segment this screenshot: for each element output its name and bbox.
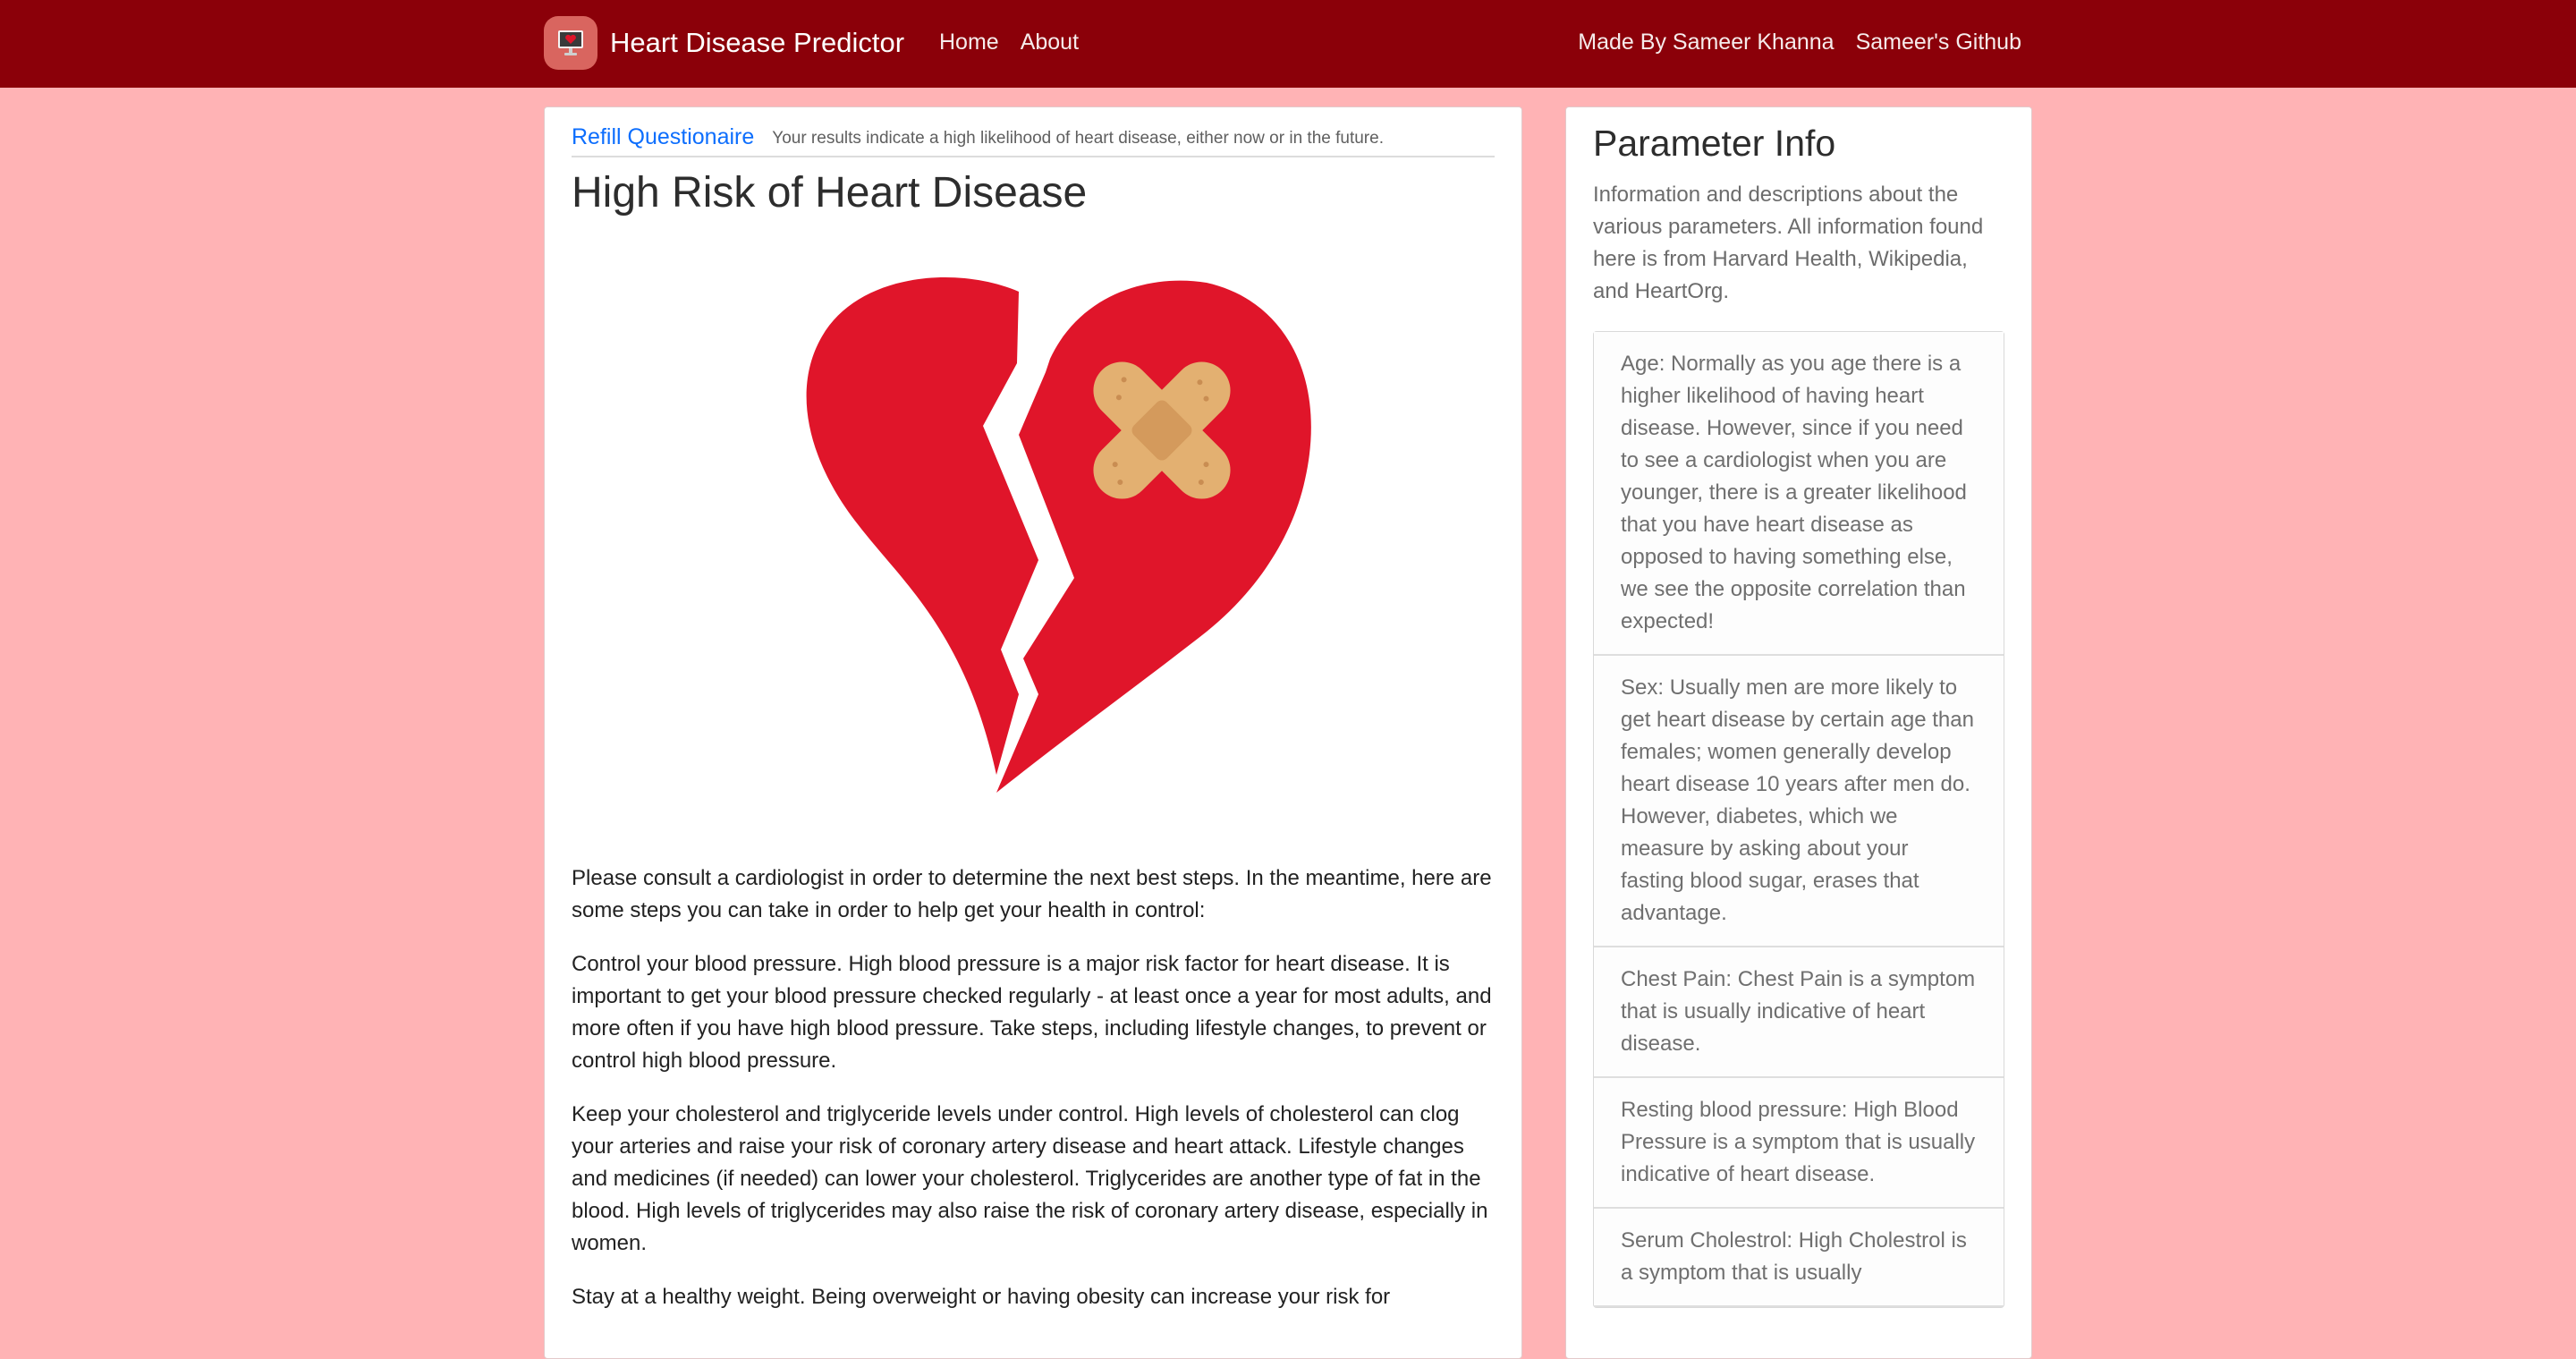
nav-github-link[interactable]: Sameer's Github	[1856, 27, 2021, 57]
parameter-info-description: Information and descriptions about the v…	[1593, 183, 1984, 303]
broken-heart-bandage-icon	[806, 277, 1311, 794]
brand-title: Heart Disease Predictor	[610, 27, 905, 58]
result-advice: Please consult a cardiologist in order t…	[572, 862, 1495, 1313]
top-navbar: Heart Disease Predictor Home About Made …	[0, 0, 2576, 88]
brand-link[interactable]: Heart Disease Predictor	[544, 15, 904, 71]
nav-author-link[interactable]: Made By Sameer Khanna	[1578, 27, 1834, 57]
heart-monitor-icon	[544, 16, 597, 70]
advice-paragraph: Keep your cholesterol and triglyceride l…	[572, 1102, 1488, 1255]
advice-paragraph: Please consult a cardiologist in order t…	[572, 866, 1492, 922]
parameter-info-title: Parameter Info	[1593, 123, 1836, 164]
advice-paragraph: Control your blood pressure. High blood …	[572, 952, 1492, 1073]
advice-paragraph: Stay at a healthy weight. Being overweig…	[572, 1285, 1391, 1309]
nav-links-left: Home About	[939, 27, 1100, 57]
nav-about-link[interactable]: About	[1021, 27, 1079, 57]
parameter-item-resting-blood-pressure: Resting blood pressure: High Blood Press…	[1594, 1078, 2004, 1209]
result-card: Refill Questionaire Your results indicat…	[544, 106, 1522, 1359]
result-title: High Risk of Heart Disease	[572, 169, 1088, 217]
parameter-item-age: Age: Normally as you age there is a high…	[1594, 332, 2004, 656]
parameter-info-card: Parameter Info Information and descripti…	[1565, 106, 2032, 1359]
parameter-item-chest-pain: Chest Pain: Chest Pain is a symptom that…	[1594, 947, 2004, 1078]
parameter-list: Age: Normally as you age there is a high…	[1593, 331, 2004, 1308]
nav-home-link[interactable]: Home	[939, 27, 999, 57]
parameter-item-sex: Sex: Usually men are more likely to get …	[1594, 656, 2004, 947]
nav-links-right: Made By Sameer Khanna Sameer's Github	[1556, 27, 2021, 57]
result-image	[572, 220, 1496, 846]
result-card-header: Refill Questionaire Your results indicat…	[572, 107, 1495, 157]
refill-questionnaire-link[interactable]: Refill Questionaire	[572, 124, 754, 150]
result-header-note: Your results indicate a high likelihood …	[772, 129, 1384, 148]
parameter-item-serum-cholesterol: Serum Cholestrol: High Cholestrol is a s…	[1594, 1209, 2004, 1307]
